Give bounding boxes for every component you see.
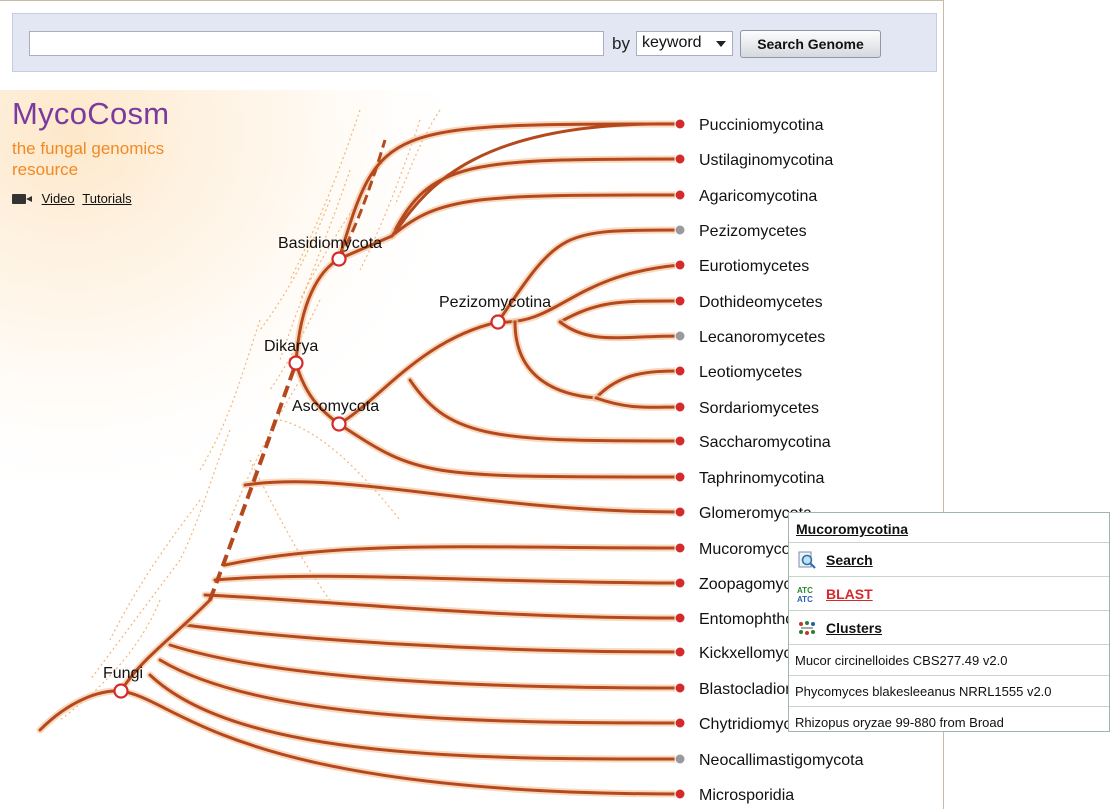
leaf-label[interactable]: Neocallimastigomycota (699, 752, 864, 769)
leaf-label[interactable]: Agaricomycotina (699, 188, 817, 205)
leaf-label[interactable]: Taphrinomycotina (699, 470, 825, 487)
leaf-dot[interactable] (674, 788, 686, 800)
leaf-label[interactable]: Eurotiomycetes (699, 258, 809, 275)
leaf-label[interactable]: Ustilaginomycotina (699, 152, 833, 169)
internal-node-label[interactable]: Pezizomycotina (439, 294, 551, 311)
internal-node[interactable] (331, 416, 347, 432)
magnifier-document-icon (798, 551, 816, 569)
branch-shadow (221, 543, 684, 569)
clusters-icon (799, 621, 815, 635)
leaf-label[interactable]: Sordariomycetes (699, 400, 819, 417)
leaf-dot[interactable] (674, 717, 686, 729)
leaf-dot[interactable] (674, 542, 686, 554)
branch-shadow (556, 297, 684, 326)
leaf-dot[interactable] (674, 330, 686, 342)
internal-node-label[interactable]: Basidiomycota (278, 235, 382, 252)
popup-species-item[interactable]: Phycomyces blakesleeanus NRRL1555 v2.0 (789, 676, 1109, 707)
leaf-dot[interactable] (674, 682, 686, 694)
leaf-dot[interactable] (674, 577, 686, 589)
dna-atc-icon: ATC ATC (797, 586, 813, 603)
leaf-label[interactable]: Lecanoromycetes (699, 329, 825, 346)
svg-text:ATC: ATC (797, 586, 813, 595)
leaf-dot[interactable] (674, 612, 686, 624)
leaf-dot[interactable] (674, 401, 686, 413)
branch-shadow (36, 687, 125, 734)
leaf-label[interactable]: Saccharomycotina (699, 434, 831, 451)
internal-node[interactable] (331, 251, 347, 267)
popup-blast-action[interactable]: ATC ATC BLAST (789, 577, 1109, 611)
leaf-dot[interactable] (674, 646, 686, 658)
branch-shadow (181, 621, 684, 656)
leaf-label[interactable]: Dothideomycetes (699, 294, 823, 311)
leaf-dot[interactable] (674, 224, 686, 236)
video-camera-icon (12, 194, 32, 204)
internal-node[interactable] (490, 314, 506, 330)
tagline: the fungal genomics resource (12, 139, 165, 179)
tutorials-link[interactable]: Tutorials (82, 191, 131, 206)
popup-blast-label: BLAST (826, 586, 873, 602)
popup-search-label: Search (826, 552, 873, 568)
leaf-dot[interactable] (674, 259, 686, 271)
leaf-dot[interactable] (674, 118, 686, 130)
leaf-dot[interactable] (674, 153, 686, 165)
internal-node[interactable] (288, 355, 304, 371)
mycocosm-logo[interactable]: MycoCosm (12, 96, 169, 132)
leaf-label[interactable]: Microsporidia (699, 787, 794, 804)
video-tutorials[interactable]: Video Tutorials (12, 191, 132, 206)
popup-clusters-label: Clusters (826, 620, 883, 636)
leaf-dot[interactable] (674, 295, 686, 307)
leaf-dot[interactable] (674, 189, 686, 201)
popup-title[interactable]: Mucoromycotina (789, 513, 1109, 543)
leaf-label[interactable]: Pezizomycetes (699, 223, 807, 240)
internal-node[interactable] (113, 683, 129, 699)
video-link[interactable]: Video (42, 191, 75, 206)
tree-leaf-dots (674, 118, 686, 800)
internal-node-label[interactable]: Dikarya (264, 338, 318, 355)
popup-species-item[interactable]: Rhizopus oryzae 99-880 from Broad (789, 707, 1109, 738)
taxon-popup: Mucoromycotina Search ATC ATC BLAST Clus… (788, 512, 1110, 732)
leaf-dot[interactable] (674, 365, 686, 377)
svg-text:ATC: ATC (797, 595, 813, 603)
popup-clusters-action[interactable]: Clusters (789, 611, 1109, 645)
internal-node-label[interactable]: Ascomycota (292, 398, 379, 415)
leaf-label[interactable]: Pucciniomycotina (699, 117, 824, 134)
leaf-dot[interactable] (674, 753, 686, 765)
leaf-dot[interactable] (674, 435, 686, 447)
leaf-dot[interactable] (674, 506, 686, 518)
popup-search-action[interactable]: Search (789, 543, 1109, 577)
popup-species-item[interactable]: Mucor circinelloides CBS277.49 v2.0 (789, 645, 1109, 676)
leaf-dot[interactable] (674, 471, 686, 483)
leaf-label[interactable]: Leotiomycetes (699, 364, 802, 381)
internal-node-label[interactable]: Fungi (103, 665, 143, 682)
